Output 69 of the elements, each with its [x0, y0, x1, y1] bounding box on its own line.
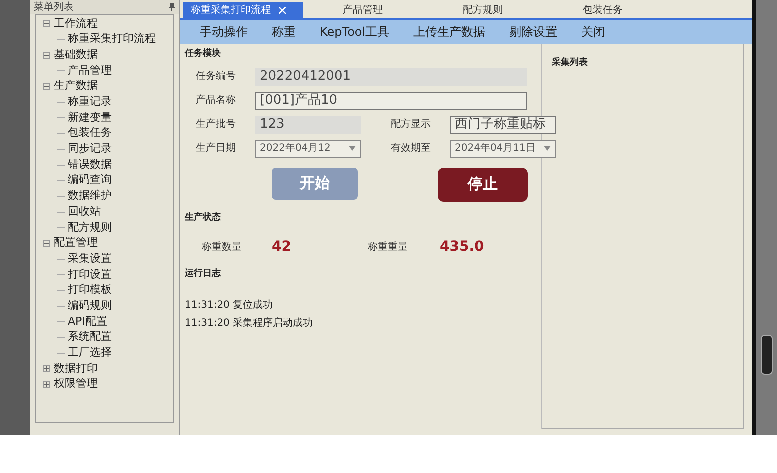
usb-port-icon: [760, 335, 772, 375]
tree-item[interactable]: 数据打印: [54, 360, 98, 378]
toolbar-button[interactable]: 上传生产数据: [406, 23, 494, 41]
tree-item[interactable]: 权限管理: [54, 376, 98, 393]
collapse-icon[interactable]: [43, 20, 50, 28]
tree-item[interactable]: 称重记录: [68, 94, 112, 111]
tree-item[interactable]: API配置: [68, 314, 108, 330]
field-label: 有效期至: [390, 142, 432, 156]
input-field[interactable]: [001]产品10: [255, 92, 527, 110]
input-field[interactable]: 西门子称重贴标: [450, 116, 556, 134]
section-title: 生产状态: [184, 212, 222, 224]
collapse-icon[interactable]: [43, 83, 50, 90]
log-line: 11:31:20 采集程序启动成功: [185, 316, 314, 330]
tree-item[interactable]: 工作流程: [54, 16, 98, 32]
weight-value: 435.0: [440, 238, 484, 257]
tree-item[interactable]: 配方规则: [68, 220, 112, 236]
section-title: 运行日志: [184, 268, 222, 281]
field-label: 生产批号: [195, 118, 237, 132]
toolbar-button[interactable]: KepTool工具: [312, 23, 398, 41]
weight-label: 称重重量: [368, 240, 409, 255]
dropdown-caret-icon: [349, 146, 356, 151]
tree-item[interactable]: 新建变量: [68, 110, 112, 126]
tree-item[interactable]: 称重采集打印流程: [68, 31, 156, 48]
tree-item[interactable]: 产品管理: [68, 62, 112, 80]
tree-item[interactable]: 打印设置: [68, 266, 112, 284]
pin-icon[interactable]: [169, 3, 175, 11]
tab[interactable]: 称重采集打印流程: [183, 2, 303, 18]
field-label: 任务编号: [195, 70, 237, 84]
tree-item[interactable]: 同步记录: [68, 141, 112, 158]
toolbar-button[interactable]: 剔除设置: [502, 23, 566, 41]
tree-item[interactable]: 数据维护: [68, 188, 112, 205]
toolbar-button[interactable]: 手动操作: [192, 23, 256, 41]
expand-icon[interactable]: [43, 365, 50, 372]
tab[interactable]: 包装任务: [543, 2, 663, 18]
tree-item[interactable]: 错误数据: [68, 156, 112, 174]
count-value: 42: [272, 238, 292, 257]
tree-item[interactable]: 编码规则: [68, 298, 112, 314]
tree-item[interactable]: 基础数据: [54, 46, 98, 64]
tab[interactable]: 配方规则: [423, 2, 543, 18]
expand-icon[interactable]: [43, 381, 50, 388]
date-picker[interactable]: 2024年04月11日: [450, 140, 556, 158]
log-line: 11:31:20 复位成功: [185, 298, 274, 312]
tree-item[interactable]: 采集设置: [68, 250, 112, 268]
tree-item[interactable]: 系统配置: [68, 329, 112, 346]
tree-item[interactable]: 工厂选择: [68, 345, 112, 362]
tree-item[interactable]: 编码查询: [68, 172, 112, 189]
count-label: 称重数量: [202, 240, 243, 255]
tree-item[interactable]: 回收站: [68, 204, 101, 220]
input-field[interactable]: 20220412001: [255, 68, 527, 86]
input-field[interactable]: 123: [255, 116, 361, 134]
field-label: 配方显示: [390, 118, 432, 132]
close-icon[interactable]: [279, 6, 286, 14]
field-label: 产品名称: [195, 94, 237, 108]
sidebar-title: 菜单列表: [34, 0, 74, 14]
tab[interactable]: 产品管理: [303, 2, 423, 18]
toolbar-button[interactable]: 关闭: [574, 23, 614, 41]
tree-item[interactable]: 生产数据: [54, 78, 98, 95]
collapse-icon[interactable]: [43, 240, 50, 247]
tree-item[interactable]: 包装任务: [68, 125, 112, 142]
section-title: 任务模块: [184, 48, 222, 61]
tree-item[interactable]: 配置管理: [54, 235, 98, 252]
toolbar-button[interactable]: 称重: [264, 23, 304, 41]
dropdown-caret-icon: [544, 146, 551, 151]
date-picker[interactable]: 2022年04月12: [255, 140, 361, 158]
section-title: 采集列表: [552, 58, 588, 68]
collapse-icon[interactable]: [43, 52, 50, 59]
stop-button[interactable]: 停止: [438, 168, 528, 202]
field-label: 生产日期: [195, 142, 237, 156]
tree-item[interactable]: 打印模板: [68, 282, 112, 299]
